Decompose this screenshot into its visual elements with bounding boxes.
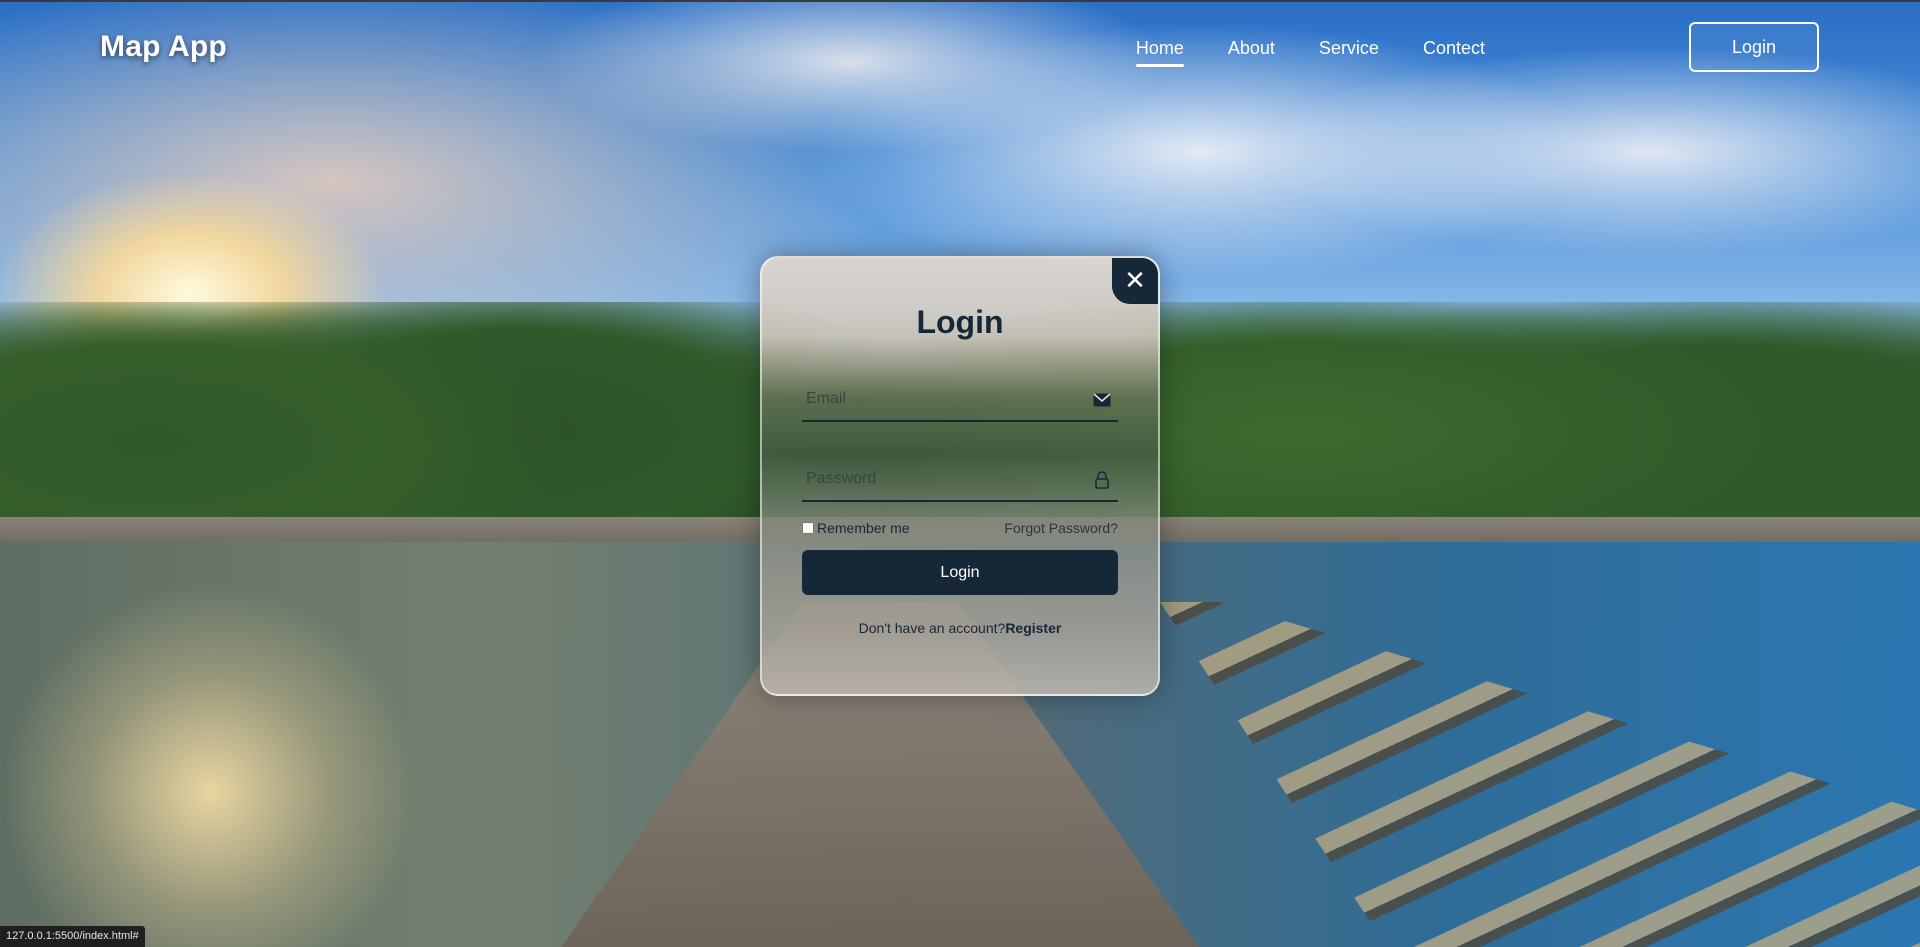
nav-link-home[interactable]: Home (1135, 38, 1184, 67)
nav-link-service[interactable]: Service (1319, 38, 1379, 65)
status-bar-url: 127.0.0.1:5500/index.html# (0, 926, 145, 947)
close-button[interactable]: ✕ (1112, 258, 1158, 304)
mail-icon (1092, 390, 1112, 410)
register-row: Don't have an account?Register (762, 620, 1158, 636)
nav-link-contact[interactable]: Contect (1423, 38, 1485, 65)
password-input-box (802, 458, 1118, 502)
navbar: Map App Home About Service Contect Login (0, 2, 1920, 97)
remember-me-text: Remember me (817, 520, 910, 536)
forgot-password-link[interactable]: Forgot Password? (1004, 520, 1118, 536)
modal-title: Login (916, 304, 1004, 340)
password-input[interactable] (802, 458, 1118, 500)
nav-link-about[interactable]: About (1228, 38, 1275, 65)
remember-me-checkbox[interactable] (802, 522, 814, 534)
nav-login-button[interactable]: Login (1689, 22, 1819, 72)
login-modal: ✕ Login Remember me Forgot Password? Log… (760, 256, 1160, 696)
nav-links: Home About Service Contect (1135, 38, 1485, 67)
remember-me-label[interactable]: Remember me (802, 520, 910, 536)
close-icon: ✕ (1124, 266, 1146, 296)
email-input-box (802, 378, 1118, 422)
lock-icon (1092, 470, 1112, 490)
remember-forgot-row: Remember me Forgot Password? (802, 520, 1118, 536)
register-link[interactable]: Register (1005, 620, 1061, 636)
register-prompt: Don't have an account? (858, 620, 1006, 636)
email-input[interactable] (802, 378, 1118, 420)
login-submit-button[interactable]: Login (802, 550, 1118, 595)
logo[interactable]: Map App (100, 30, 227, 64)
